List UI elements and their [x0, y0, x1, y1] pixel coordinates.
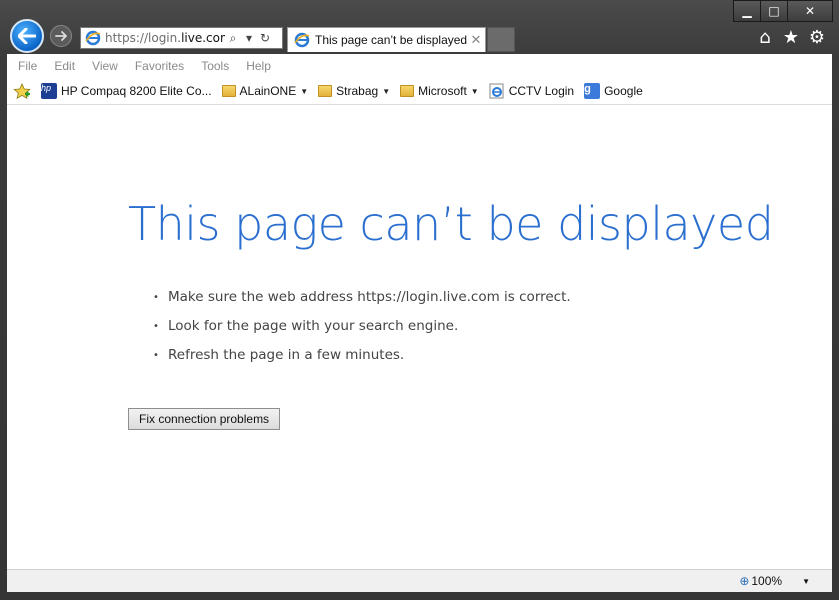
- tab-current[interactable]: This page can’t be displayed ✕: [287, 27, 486, 52]
- ie-page-icon: [489, 83, 504, 99]
- fav-item-alainone[interactable]: ALainONE ▼: [221, 84, 309, 98]
- menu-help[interactable]: Help: [246, 59, 271, 73]
- google-icon: g: [584, 83, 601, 99]
- folder-icon: [221, 85, 236, 97]
- favorites-star-icon[interactable]: ★: [781, 28, 801, 48]
- fav-item-label: Strabag: [336, 84, 379, 98]
- home-icon[interactable]: ⌂: [755, 28, 775, 48]
- back-button[interactable]: [10, 19, 44, 53]
- chevron-down-icon: ▼: [300, 86, 309, 96]
- favorites-add-star-icon: [13, 83, 31, 99]
- fav-item-google[interactable]: g Google: [584, 83, 643, 99]
- new-tab-button[interactable]: [487, 27, 515, 52]
- menu-favorites[interactable]: Favorites: [135, 59, 184, 73]
- fav-item-label: HP Compaq 8200 Elite Co...: [61, 84, 212, 98]
- zoom-control[interactable]: ⊕ 100% ▼: [739, 574, 810, 588]
- bullet-icon: •: [153, 321, 159, 332]
- fix-connection-problems-button[interactable]: Fix connection problems: [128, 408, 281, 430]
- page-content: This page can’t be displayed • Make sure …: [7, 105, 832, 570]
- ie-tab-icon: [294, 32, 310, 48]
- back-arrow-icon: [18, 28, 36, 44]
- folder-icon: [400, 85, 415, 97]
- hp-icon: hp: [41, 83, 57, 99]
- bullet-icon: •: [153, 292, 159, 303]
- status-bar: ⊕ 100% ▼: [7, 569, 832, 592]
- navigation-bar: https://login.live.com/p ⌕ ▾ ↻ This page…: [0, 18, 839, 54]
- chevron-down-icon[interactable]: ▼: [802, 577, 810, 586]
- error-heading: This page can’t be displayed: [128, 197, 774, 251]
- browser-window: ▁ □ ✕ https://login.live.com/p ⌕ ▾ ↻ Thi…: [0, 0, 839, 600]
- search-icon[interactable]: ⌕: [225, 31, 241, 46]
- troubleshooting-list: • Make sure the web address https://login…: [153, 289, 571, 376]
- refresh-icon[interactable]: ↻: [257, 31, 273, 45]
- chevron-down-icon: ▼: [470, 86, 479, 96]
- fav-item-microsoft[interactable]: Microsoft ▼: [400, 84, 479, 98]
- ie-icon: [85, 30, 101, 46]
- address-bar[interactable]: https://login.live.com/p ⌕ ▾ ↻: [80, 27, 283, 49]
- command-buttons: ⌂ ★ ⚙: [755, 28, 827, 48]
- menu-file[interactable]: File: [18, 59, 37, 73]
- fav-item-strabag[interactable]: Strabag ▼: [318, 84, 390, 98]
- zoom-level: 100%: [751, 574, 783, 588]
- fav-item-cctv-login[interactable]: CCTV Login: [489, 83, 574, 99]
- menu-bar: File Edit View Favorites Tools Help: [7, 54, 832, 78]
- fav-item-label: ALainONE: [239, 84, 297, 98]
- fav-item-label: CCTV Login: [508, 84, 575, 98]
- close-tab-icon[interactable]: ✕: [467, 32, 485, 48]
- fav-item-hp[interactable]: hp HP Compaq 8200 Elite Co...: [41, 83, 212, 99]
- bullet-icon: •: [153, 350, 159, 361]
- address-url: https://login.live.com/p: [105, 31, 225, 45]
- list-item: • Look for the page with your search engi…: [153, 318, 459, 334]
- forward-arrow-icon: [55, 31, 67, 41]
- zoom-magnifier-icon: ⊕: [739, 574, 750, 588]
- forward-button[interactable]: [50, 25, 72, 47]
- menu-edit[interactable]: Edit: [54, 59, 75, 73]
- favorites-bar: hp HP Compaq 8200 Elite Co... ALainONE ▼…: [7, 78, 832, 105]
- fav-item-label: Google: [604, 84, 643, 98]
- folder-icon: [318, 85, 333, 97]
- client-area: File Edit View Favorites Tools Help hp H…: [7, 54, 832, 592]
- menu-view[interactable]: View: [92, 59, 118, 73]
- list-item: • Make sure the web address https://login…: [153, 289, 571, 305]
- address-dropdown-icon[interactable]: ▾: [241, 31, 257, 45]
- add-to-favorites-bar-button[interactable]: [13, 83, 31, 99]
- menu-tools[interactable]: Tools: [201, 59, 229, 73]
- gear-icon[interactable]: ⚙: [807, 28, 827, 48]
- list-item: • Refresh the page in a few minutes.: [153, 347, 405, 363]
- tab-title: This page can’t be displayed: [315, 33, 467, 47]
- fav-item-label: Microsoft: [418, 84, 467, 98]
- chevron-down-icon: ▼: [382, 86, 391, 96]
